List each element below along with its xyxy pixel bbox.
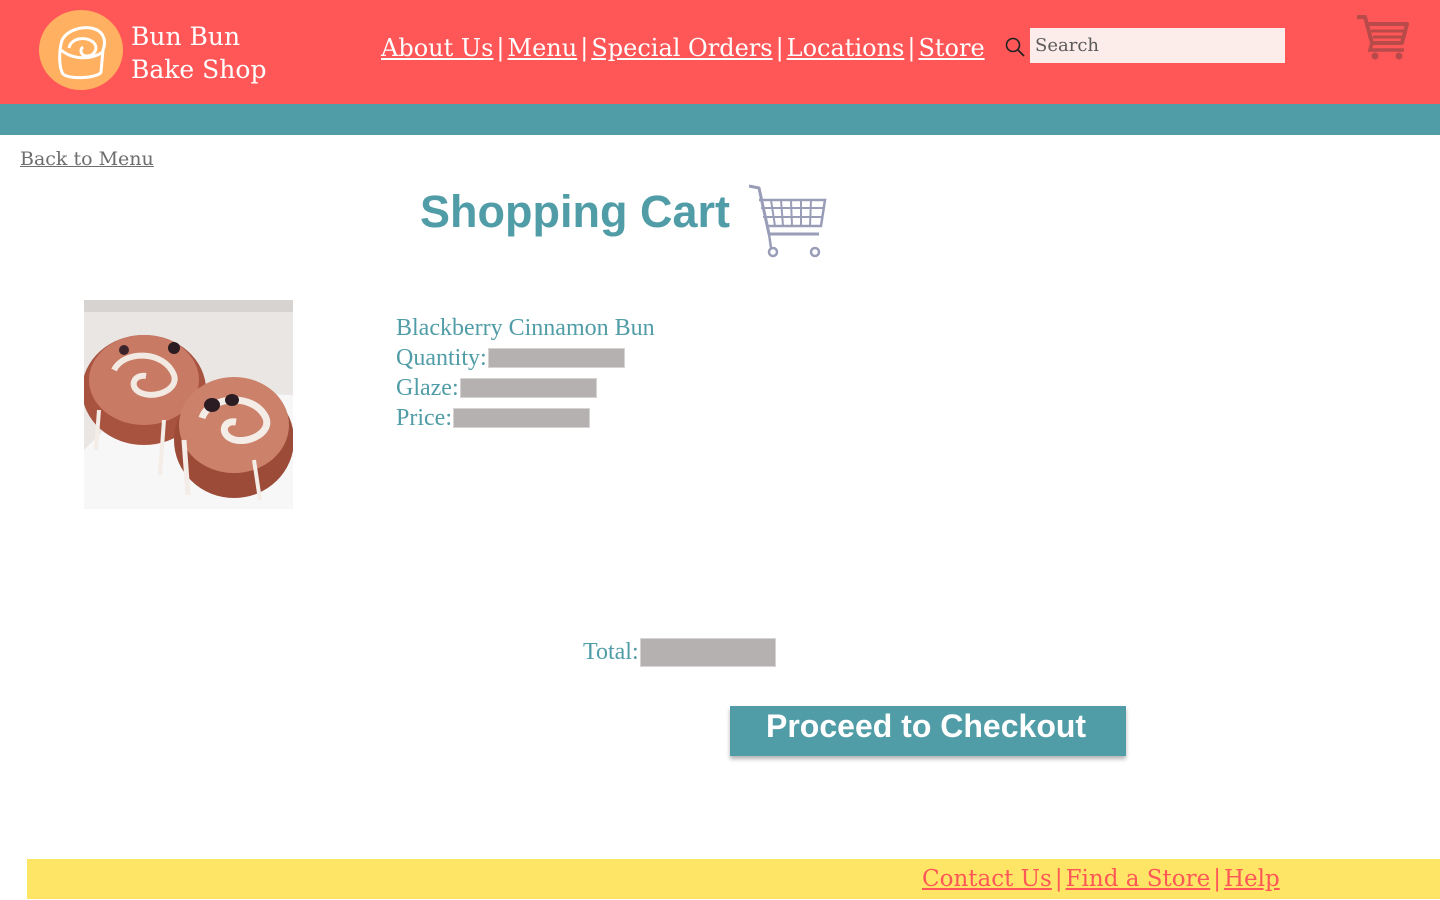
proceed-to-checkout-button[interactable]: Proceed to Checkout — [730, 706, 1126, 756]
search-input[interactable] — [1030, 28, 1285, 63]
footer-separator: | — [1213, 866, 1221, 892]
nav-special-orders[interactable]: Special Orders — [591, 34, 772, 62]
cinnamon-bun-icon — [58, 26, 106, 80]
product-name: Blackberry Cinnamon Bun — [396, 315, 655, 341]
total-field — [639, 638, 776, 667]
site-header: Bun Bun Bake Shop About Us | Menu | Special … — [0, 0, 1440, 104]
price-label: Price: — [396, 405, 452, 431]
cinnamon-bun-photo — [84, 300, 293, 509]
glaze-field[interactable] — [459, 378, 597, 398]
page-title: Shopping Cart — [420, 186, 730, 237]
nav-locations[interactable]: Locations — [787, 34, 905, 62]
price-field — [452, 408, 590, 428]
nav-about-us[interactable]: About Us — [381, 34, 493, 62]
quantity-label: Quantity: — [396, 345, 487, 371]
accent-bar — [0, 104, 1440, 135]
nav-separator: | — [496, 34, 505, 62]
cart-icon[interactable] — [1354, 13, 1410, 61]
nav-separator: | — [775, 34, 784, 62]
back-to-menu-link[interactable]: Back to Menu — [20, 148, 154, 170]
brand-line-2: Bake Shop — [131, 55, 267, 84]
nav-separator: | — [580, 34, 589, 62]
product-image[interactable] — [84, 300, 293, 509]
product-details: Blackberry Cinnamon Bun Quantity: Glaze:… — [396, 313, 655, 433]
footer-help[interactable]: Help — [1224, 866, 1280, 892]
logo[interactable] — [39, 10, 123, 90]
footer-find-a-store[interactable]: Find a Store — [1066, 866, 1211, 892]
quantity-field[interactable] — [487, 348, 625, 368]
nav-store[interactable]: Store — [918, 34, 984, 62]
total-label: Total: — [583, 639, 639, 665]
brand-line-1: Bun Bun — [131, 22, 241, 51]
footer-links: Contact Us | Find a Store | Help — [922, 866, 1280, 892]
footer-contact-us[interactable]: Contact Us — [922, 866, 1052, 892]
glaze-label: Glaze: — [396, 375, 459, 401]
brand-name[interactable]: Bun Bun Bake Shop — [131, 20, 266, 86]
nav-separator: | — [907, 34, 916, 62]
price-row: Price: — [396, 403, 655, 433]
search-icon[interactable] — [1004, 36, 1026, 58]
main-nav: About Us | Menu | Special Orders | Locations | S… — [381, 34, 985, 68]
nav-menu[interactable]: Menu — [508, 34, 578, 62]
footer-separator: | — [1054, 866, 1063, 892]
total-row: Total: — [583, 638, 776, 667]
glaze-row: Glaze: — [396, 373, 655, 403]
shopping-cart-icon — [748, 184, 827, 258]
quantity-row: Quantity: — [396, 343, 655, 373]
